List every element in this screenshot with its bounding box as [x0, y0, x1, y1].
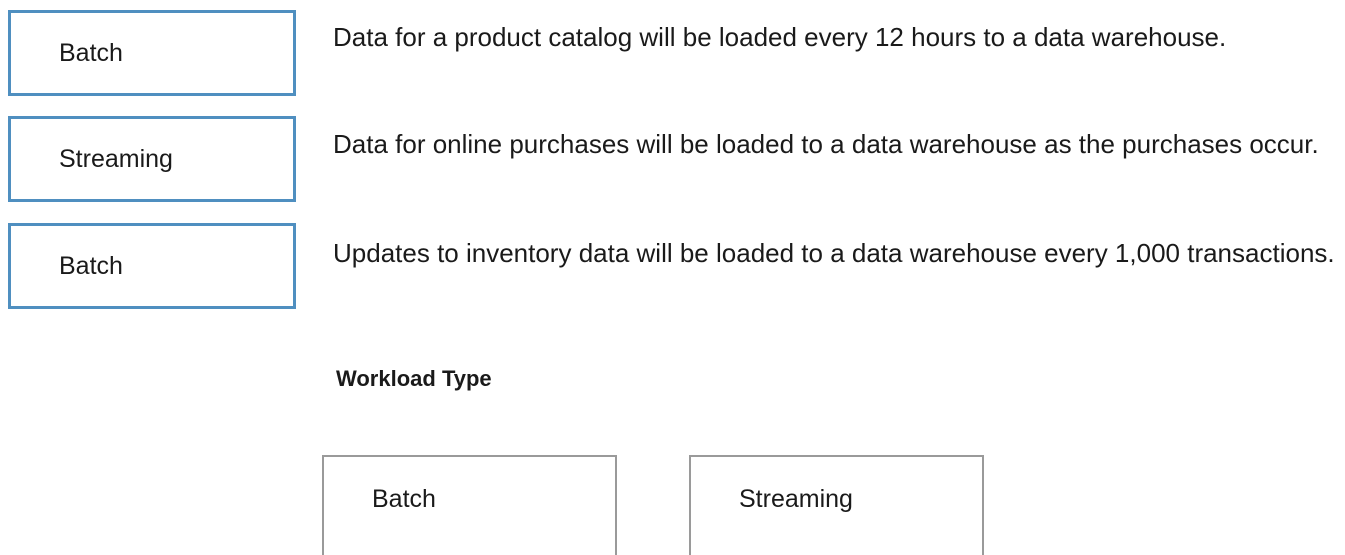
option-batch[interactable]: Batch [322, 455, 617, 555]
answer-box-1[interactable]: Batch [8, 10, 296, 96]
workload-type-heading: Workload Type [336, 366, 492, 391]
answer-label-1: Batch [59, 38, 123, 67]
statement-1: Data for a product catalog will be loade… [333, 22, 1227, 52]
option-batch-label: Batch [372, 485, 436, 513]
answer-label-2: Streaming [59, 144, 173, 173]
statement-2: Data for online purchases will be loaded… [333, 129, 1319, 159]
option-streaming-label: Streaming [739, 485, 853, 513]
answer-box-2[interactable]: Streaming [8, 116, 296, 202]
statement-3: Updates to inventory data will be loaded… [333, 238, 1335, 268]
answer-label-3: Batch [59, 251, 123, 280]
answer-box-3[interactable]: Batch [8, 223, 296, 309]
option-streaming[interactable]: Streaming [689, 455, 984, 555]
